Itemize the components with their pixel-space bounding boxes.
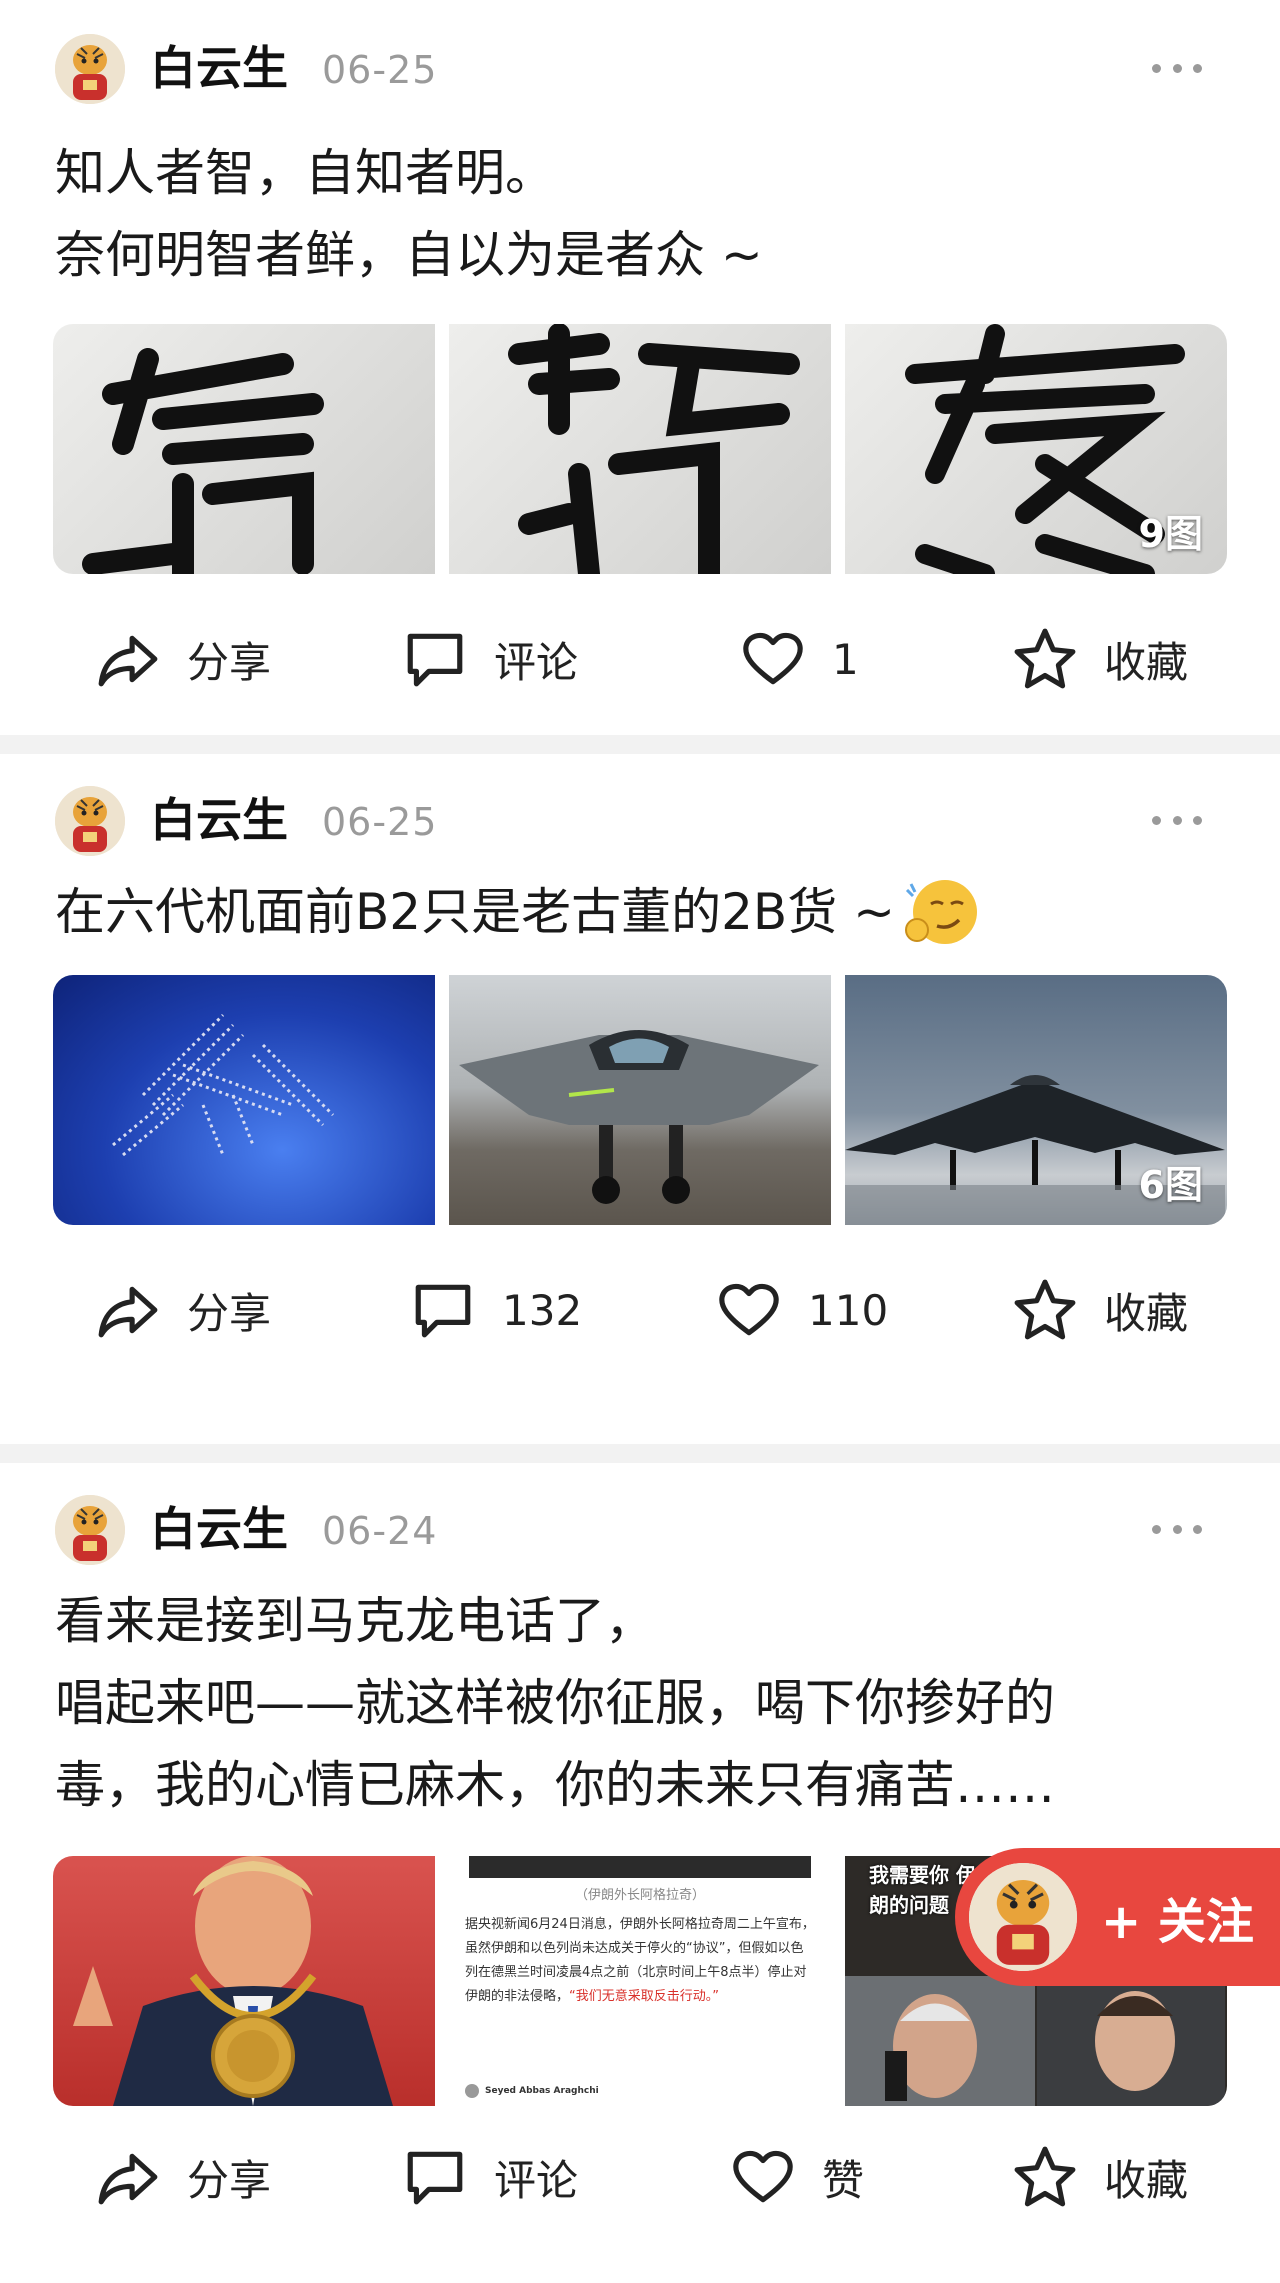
calligraphy-image-1[interactable] — [53, 324, 435, 574]
follow-label: + 关注 — [1101, 1894, 1254, 1950]
comment-icon — [407, 2151, 463, 2205]
news-highlight: “我们无意采取反击行动。” — [569, 1989, 719, 2004]
action-bar: 分享 评论 1 收藏 — [0, 574, 1280, 744]
b2-bomber-image[interactable]: 6图 — [845, 975, 1227, 1225]
post-date: 06-24 — [322, 1509, 438, 1553]
like-button[interactable]: 赞 — [730, 2144, 864, 2210]
favorite-button[interactable]: 收藏 — [1012, 1277, 1188, 1343]
post-header: 白云生 06-25 — [0, 754, 1280, 879]
more-options-icon[interactable] — [1152, 1509, 1202, 1549]
stealth-fighter-shape — [459, 1030, 819, 1204]
like-label: 赞 — [822, 2155, 865, 2205]
comment-count: 132 — [502, 1285, 583, 1335]
news-photo-strip — [469, 1856, 811, 1878]
image-count-badge: 6图 — [1138, 1163, 1203, 1207]
author-name[interactable]: 白云生 — [150, 1499, 288, 1559]
share-icon — [98, 2153, 158, 2205]
like-count: 110 — [808, 1285, 889, 1335]
drone-formation-image[interactable] — [53, 975, 435, 1225]
like-button[interactable]: 110 — [716, 1277, 888, 1343]
favorite-label: 收藏 — [1104, 1288, 1189, 1338]
avatar[interactable] — [55, 34, 125, 104]
favorite-button[interactable]: 收藏 — [1012, 626, 1188, 692]
post-header: 白云生 06-24 — [0, 1463, 1280, 1588]
share-label: 分享 — [187, 2155, 272, 2205]
news-screenshot-image[interactable]: （伊朗外长阿格拉奇） 据央视新闻6月24日消息，伊朗外长阿格拉奇周二上午宣布，虽… — [449, 1856, 831, 2106]
comment-button[interactable]: 评论 — [402, 626, 578, 692]
news-author-name: Seyed Abbas Araghchi — [485, 2086, 599, 2096]
share-icon — [98, 1286, 158, 1338]
news-author-row: Seyed Abbas Araghchi — [465, 2084, 599, 2098]
favorite-label: 收藏 — [1104, 2155, 1189, 2205]
share-button[interactable]: 分享 — [95, 626, 271, 692]
tiger-avatar-icon — [55, 34, 125, 104]
action-bar: 分享 132 110 收藏 — [0, 1225, 1280, 1395]
post-text[interactable]: 在六代机面前B2只是老古董的2B货 ~ — [0, 871, 1280, 953]
share-button[interactable]: 分享 — [95, 1277, 271, 1343]
share-label: 分享 — [187, 1288, 272, 1338]
post-text-line: 在六代机面前B2只是老古董的2B货 ~ — [55, 883, 896, 941]
comment-label: 评论 — [494, 2155, 579, 2205]
calligraphy-strokes — [508, 324, 800, 574]
news-body-text: 据央视新闻6月24日消息，伊朗外长阿格拉奇周二上午宣布，虽然伊朗和以色列尚未达成… — [449, 1903, 831, 2009]
action-bar: 分享 评论 赞 收藏 — [0, 2106, 1280, 2276]
post-date: 06-25 — [322, 800, 438, 844]
news-caption: （伊朗外长阿格拉奇） — [574, 1888, 705, 1903]
image-grid: 9图 — [53, 324, 1227, 574]
author-name[interactable]: 白云生 — [150, 38, 288, 98]
smirk-emoji-icon — [905, 880, 978, 944]
heart-icon — [719, 1283, 779, 1336]
calligraphy-strokes — [82, 348, 324, 574]
post-card[interactable]: 白云生 06-25 知人者智，自知者明。 奈何明智者鲜，自以为是者众 ~ 9图 … — [0, 0, 1280, 735]
heart-icon — [743, 632, 803, 685]
tiger-avatar-icon — [969, 1863, 1077, 1971]
calligraphy-image-3[interactable]: 9图 — [845, 324, 1227, 574]
drone-formation-shape — [112, 1013, 335, 1157]
image-grid: 6图 — [53, 975, 1227, 1225]
tiger-avatar-icon — [55, 786, 125, 856]
more-options-icon[interactable] — [1152, 48, 1202, 88]
post-text-line: 毒，我的心情已麻木，你的未来只有痛苦…… — [55, 1756, 1055, 1814]
post-date: 06-25 — [322, 48, 438, 92]
star-icon — [1014, 628, 1076, 689]
more-options-icon[interactable] — [1152, 800, 1202, 840]
trump-medal-shape — [73, 1856, 393, 2106]
comment-button[interactable]: 评论 — [402, 2144, 578, 2210]
follow-avatar — [969, 1863, 1077, 1971]
post-text-line: 唱起来吧——就这样被你征服，喝下你掺好的 — [55, 1674, 1055, 1732]
comment-label: 评论 — [494, 637, 579, 687]
feed-page: 白云生 06-25 知人者智，自知者明。 奈何明智者鲜，自以为是者众 ~ 9图 … — [0, 0, 1280, 2283]
trump-medal-image[interactable] — [53, 1856, 435, 2106]
post-text-line: 知人者智，自知者明。 — [55, 144, 555, 202]
post-text-line: 奈何明智者鲜，自以为是者众 ~ — [55, 226, 763, 284]
comment-button[interactable]: 132 — [410, 1277, 582, 1343]
post-divider — [0, 1444, 1280, 1463]
post-text[interactable]: 知人者智，自知者明。 奈何明智者鲜，自以为是者众 ~ — [0, 132, 1280, 296]
post-text[interactable]: 看来是接到马克龙电话了， 唱起来吧——就这样被你征服，喝下你掺好的 毒，我的心情… — [0, 1580, 1280, 1826]
star-icon — [1014, 1279, 1076, 1340]
share-icon — [98, 635, 158, 687]
share-button[interactable]: 分享 — [95, 2144, 271, 2210]
tiger-avatar-icon — [55, 1495, 125, 1565]
comment-icon — [415, 1284, 471, 1338]
share-label: 分享 — [187, 637, 272, 687]
comment-icon — [407, 633, 463, 687]
like-count: 1 — [832, 634, 859, 684]
avatar[interactable] — [55, 786, 125, 856]
heart-icon — [733, 2150, 793, 2203]
favorite-button[interactable]: 收藏 — [1012, 2144, 1188, 2210]
follow-button[interactable]: + 关注 — [955, 1848, 1280, 1986]
star-icon — [1014, 2146, 1076, 2207]
stealth-fighter-image[interactable] — [449, 975, 831, 1225]
favorite-label: 收藏 — [1104, 637, 1189, 687]
like-button[interactable]: 1 — [740, 626, 859, 692]
post-header: 白云生 06-25 — [0, 0, 1280, 140]
author-name[interactable]: 白云生 — [150, 790, 288, 850]
news-author-avatar — [465, 2084, 479, 2098]
post-card[interactable]: 白云生 06-25 在六代机面前B2只是老古董的2B货 ~ 6图 分享 132 … — [0, 754, 1280, 1444]
image-count-badge: 9图 — [1138, 512, 1203, 556]
avatar[interactable] — [55, 1495, 125, 1565]
post-text-line: 看来是接到马克龙电话了， — [55, 1592, 655, 1650]
calligraphy-image-2[interactable] — [449, 324, 831, 574]
